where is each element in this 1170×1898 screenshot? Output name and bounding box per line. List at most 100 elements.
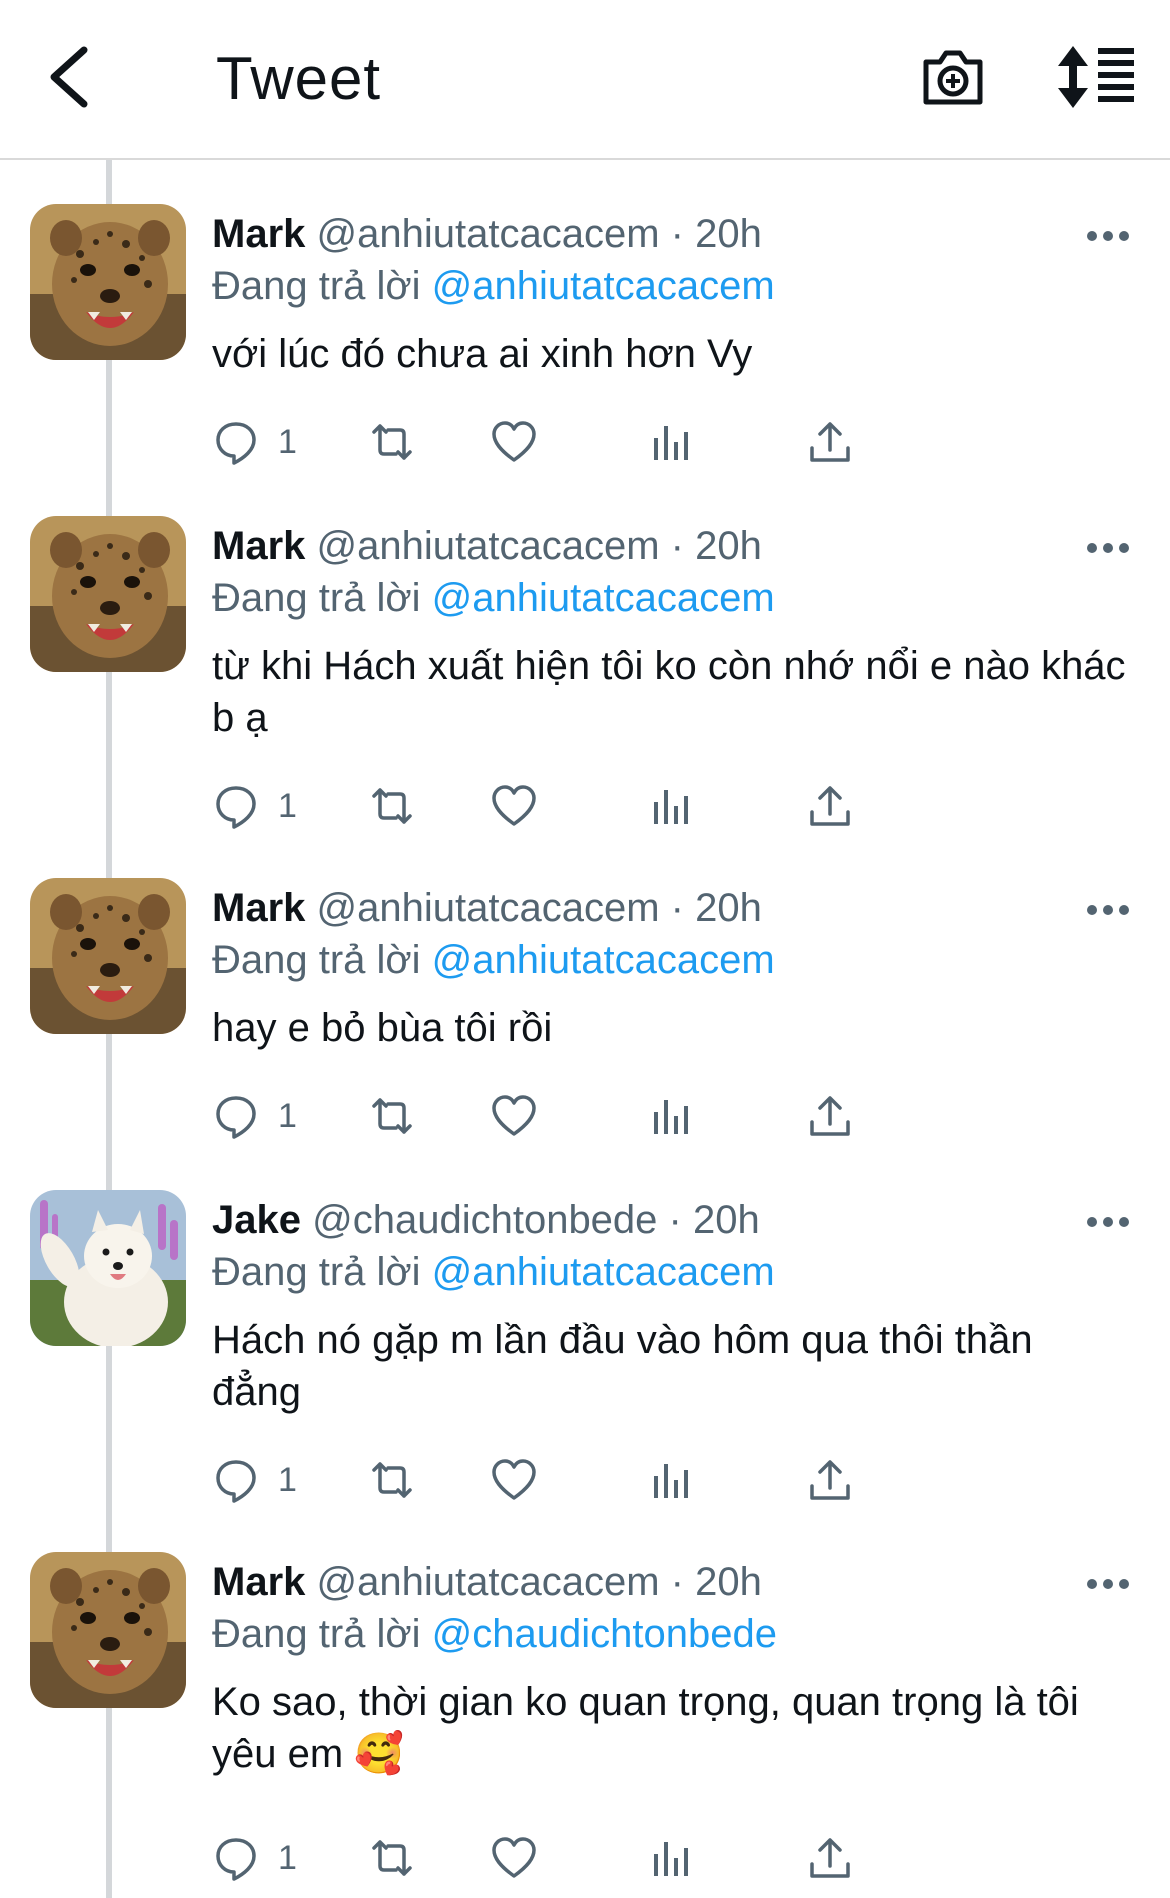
tweet-header: Mark @anhiutatcacacem · 20h bbox=[212, 212, 762, 257]
avatar[interactable] bbox=[30, 1552, 186, 1708]
replying-to-handle[interactable]: @anhiutatcacacem bbox=[432, 1250, 775, 1294]
display-name[interactable]: Mark bbox=[212, 524, 305, 568]
tweet-header: Mark @anhiutatcacacem · 20h bbox=[212, 524, 762, 569]
like-button[interactable] bbox=[490, 414, 538, 470]
cheetah-cub-avatar-image bbox=[30, 1552, 186, 1708]
reply-button[interactable]: 1 bbox=[212, 414, 297, 470]
replying-to-line: Đang trả lời @anhiutatcacacem bbox=[212, 938, 775, 983]
tweet-header: Jake @chaudichtonbede · 20h bbox=[212, 1198, 760, 1243]
sort-list-icon bbox=[1058, 46, 1134, 108]
replying-to-handle[interactable]: @chaudichtonbede bbox=[432, 1612, 777, 1656]
heart-icon bbox=[492, 785, 536, 826]
avatar[interactable] bbox=[30, 1190, 186, 1346]
share-icon bbox=[810, 422, 850, 462]
reply-icon bbox=[216, 1838, 256, 1881]
replying-to-label: Đang trả lời bbox=[212, 264, 421, 308]
tweet-header: Mark @anhiutatcacacem · 20h bbox=[212, 886, 762, 931]
retweet-button[interactable] bbox=[368, 1830, 416, 1886]
share-button[interactable] bbox=[806, 1830, 854, 1886]
reply-button[interactable]: 1 bbox=[212, 1830, 297, 1886]
like-button[interactable] bbox=[490, 778, 538, 834]
analytics-icon bbox=[654, 1464, 688, 1498]
reply-icon bbox=[216, 1096, 256, 1139]
display-name[interactable]: Mark bbox=[212, 212, 305, 256]
more-options-button[interactable] bbox=[1086, 1576, 1130, 1592]
replying-to-handle[interactable]: @anhiutatcacacem bbox=[432, 938, 775, 982]
retweet-icon bbox=[372, 1840, 412, 1876]
views-button[interactable] bbox=[648, 1088, 696, 1144]
replying-to-line: Đang trả lời @anhiutatcacacem bbox=[212, 576, 775, 621]
reply-button[interactable]: 1 bbox=[212, 1088, 297, 1144]
reply-count: 1 bbox=[278, 422, 297, 461]
timestamp: · 20h bbox=[670, 886, 762, 930]
views-button[interactable] bbox=[648, 1452, 696, 1508]
analytics-icon bbox=[654, 1100, 688, 1134]
views-button[interactable] bbox=[648, 414, 696, 470]
more-options-button[interactable] bbox=[1086, 1214, 1130, 1230]
avatar[interactable] bbox=[30, 204, 186, 360]
share-button[interactable] bbox=[806, 1452, 854, 1508]
analytics-icon bbox=[654, 790, 688, 824]
tweet-actions: 1 bbox=[212, 414, 1152, 474]
more-options-button[interactable] bbox=[1086, 902, 1130, 918]
analytics-icon bbox=[654, 426, 688, 460]
retweet-button[interactable] bbox=[368, 1452, 416, 1508]
user-handle[interactable]: @anhiutatcacacem bbox=[317, 886, 660, 930]
reply-count: 1 bbox=[278, 1096, 297, 1135]
replying-to-line: Đang trả lời @anhiutatcacacem bbox=[212, 264, 775, 309]
more-dots-icon bbox=[1087, 1579, 1129, 1589]
replying-to-label: Đang trả lời bbox=[212, 1612, 421, 1656]
avatar[interactable] bbox=[30, 878, 186, 1034]
reply-count: 1 bbox=[278, 786, 297, 825]
more-options-button[interactable] bbox=[1086, 540, 1130, 556]
tweet-text: Hách nó gặp m lần đầu vào hôm qua thôi t… bbox=[212, 1318, 1033, 1414]
cheetah-cub-avatar-image bbox=[30, 878, 186, 1034]
heart-icon bbox=[492, 1459, 536, 1500]
user-handle[interactable]: @anhiutatcacacem bbox=[317, 1560, 660, 1604]
replying-to-handle[interactable]: @anhiutatcacacem bbox=[432, 264, 775, 308]
tweet-actions: 1 bbox=[212, 778, 1152, 838]
tweet-text: hay e bỏ bùa tôi rồi bbox=[212, 1006, 553, 1050]
tweet-actions: 1 bbox=[212, 1088, 1152, 1148]
camera-button[interactable] bbox=[920, 44, 986, 110]
user-handle[interactable]: @chaudichtonbede bbox=[312, 1198, 657, 1242]
reply-count: 1 bbox=[278, 1838, 297, 1877]
like-button[interactable] bbox=[490, 1830, 538, 1886]
replying-to-handle[interactable]: @anhiutatcacacem bbox=[432, 576, 775, 620]
replying-to-label: Đang trả lời bbox=[212, 1250, 421, 1294]
tweet-text: từ khi Hách xuất hiện tôi ko còn nhớ nổi… bbox=[212, 644, 1126, 740]
like-button[interactable] bbox=[490, 1088, 538, 1144]
reply-button[interactable]: 1 bbox=[212, 778, 297, 834]
retweet-button[interactable] bbox=[368, 1088, 416, 1144]
like-button[interactable] bbox=[490, 1452, 538, 1508]
views-button[interactable] bbox=[648, 1830, 696, 1886]
white-dog-avatar-image bbox=[30, 1190, 186, 1346]
share-button[interactable] bbox=[806, 414, 854, 470]
share-button[interactable] bbox=[806, 778, 854, 834]
views-button[interactable] bbox=[648, 778, 696, 834]
display-name[interactable]: Jake bbox=[212, 1198, 301, 1242]
display-name[interactable]: Mark bbox=[212, 1560, 305, 1604]
heart-icon bbox=[492, 1095, 536, 1136]
reply-button[interactable]: 1 bbox=[212, 1452, 297, 1508]
sort-button[interactable] bbox=[1058, 46, 1136, 108]
user-handle[interactable]: @anhiutatcacacem bbox=[317, 524, 660, 568]
back-button[interactable] bbox=[40, 42, 100, 112]
share-button[interactable] bbox=[806, 1088, 854, 1144]
display-name[interactable]: Mark bbox=[212, 886, 305, 930]
share-icon bbox=[810, 1096, 850, 1136]
more-dots-icon bbox=[1087, 231, 1129, 241]
retweet-icon bbox=[372, 1462, 412, 1498]
retweet-button[interactable] bbox=[368, 778, 416, 834]
replying-to-line: Đang trả lời @chaudichtonbede bbox=[212, 1612, 777, 1657]
retweet-icon bbox=[372, 1098, 412, 1134]
user-handle[interactable]: @anhiutatcacacem bbox=[317, 212, 660, 256]
reply-icon bbox=[216, 422, 256, 465]
tweet-text: với lúc đó chưa ai xinh hơn Vy bbox=[212, 332, 753, 376]
share-icon bbox=[810, 786, 850, 826]
avatar[interactable] bbox=[30, 516, 186, 672]
more-options-button[interactable] bbox=[1086, 228, 1130, 244]
retweet-button[interactable] bbox=[368, 414, 416, 470]
timestamp: · 20h bbox=[670, 212, 762, 256]
more-dots-icon bbox=[1087, 543, 1129, 553]
